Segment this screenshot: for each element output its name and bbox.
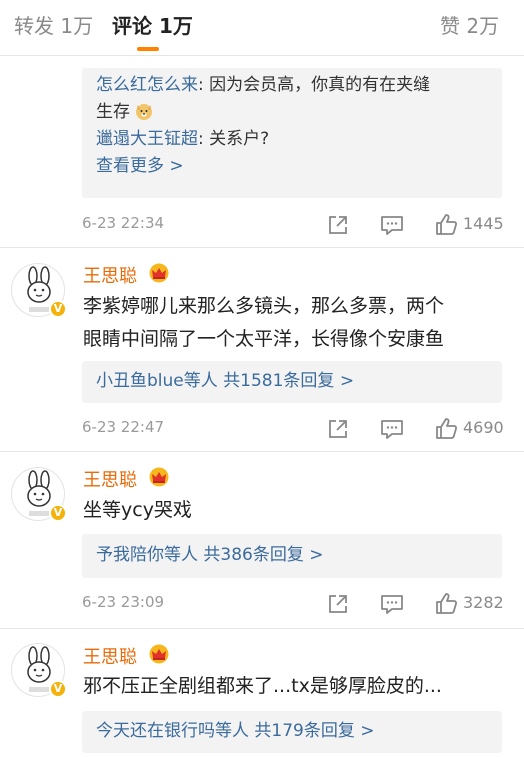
- reply-line: 邋遢大王钲超: 关系户?: [96, 126, 488, 153]
- replies-summary-box[interactable]: 小丑鱼blue等人 共1581条回复 >: [82, 361, 502, 403]
- avatar[interactable]: V: [11, 467, 67, 522]
- tab-comments[interactable]: 评论 1万: [112, 12, 193, 40]
- comment-timestamp: 6-23 22:47: [82, 418, 165, 436]
- comment-username[interactable]: 王思聪: [83, 262, 137, 288]
- comment-meta-row: 6-23 22:34 1445: [82, 210, 512, 240]
- comment-text-line: 坐等ycy哭戏: [83, 499, 192, 521]
- view-replies-link[interactable]: 小丑鱼blue等人 共1581条回复 >: [96, 368, 488, 395]
- tab-likes[interactable]: 赞 2万: [440, 12, 499, 40]
- verified-badge-icon: V: [49, 300, 67, 318]
- like-count: 1445: [463, 214, 504, 233]
- comment-meta-row: 6-23 23:09 3282: [82, 589, 512, 619]
- comment-text: 邪不压正全剧组都来了...tx是够厚脸皮的...: [83, 670, 503, 703]
- replies-summary-box[interactable]: 予我陪你等人 共386条回复 >: [82, 534, 502, 578]
- comment-timestamp: 6-23 23:09: [82, 593, 165, 611]
- reply-preview-box: 怎么红怎么来: 因为会员高，你真的有在夹缝 生存 邋遢大王钲超: 关系户? 查看…: [82, 68, 502, 198]
- comment-text-line: 眼睛中间隔了一个太平洋，长得像个安康鱼: [83, 328, 445, 350]
- reply-line: 生存: [96, 99, 488, 126]
- avatar[interactable]: V: [11, 263, 67, 318]
- crown-icon: [148, 467, 170, 487]
- view-replies-link[interactable]: 今天还在银行吗等人 共179条回复 >: [96, 718, 488, 745]
- reply-username[interactable]: 怎么红怎么来: [96, 75, 198, 95]
- tab-bar: 转发 1万 评论 1万 赞 2万: [0, 0, 524, 56]
- reply-text: 生存: [96, 102, 130, 122]
- like-count: 3282: [463, 593, 504, 612]
- share-icon[interactable]: [323, 414, 353, 444]
- tab-repost[interactable]: 转发 1万: [14, 12, 93, 40]
- crown-icon: [148, 644, 170, 664]
- replies-summary-box[interactable]: 今天还在银行吗等人 共179条回复 >: [82, 711, 502, 753]
- comment-icon[interactable]: [377, 589, 407, 619]
- comment-divider: [0, 451, 524, 452]
- comment-username[interactable]: 王思聪: [83, 466, 137, 492]
- reply-text: : 因为会员高，你真的有在夹缝: [198, 75, 431, 95]
- reply-line: 怎么红怎么来: 因为会员高，你真的有在夹缝: [96, 72, 488, 99]
- verified-badge-icon: V: [49, 680, 67, 698]
- comment-timestamp: 6-23 22:34: [82, 214, 165, 232]
- avatar[interactable]: V: [11, 643, 67, 698]
- like-icon[interactable]: [432, 210, 462, 240]
- comment-text: 坐等ycy哭戏: [83, 494, 503, 527]
- comment-username[interactable]: 王思聪: [83, 643, 137, 669]
- comment-divider: [0, 628, 524, 629]
- like-icon[interactable]: [432, 414, 462, 444]
- comment-divider: [0, 247, 524, 248]
- comment-text-line: 邪不压正全剧组都来了...tx是够厚脸皮的...: [83, 675, 442, 697]
- active-tab-indicator: [137, 47, 159, 51]
- like-icon[interactable]: [432, 589, 462, 619]
- comment-text: 李紫婷哪儿来那么多镜头，那么多票，两个 眼睛中间隔了一个太平洋，长得像个安康鱼: [83, 290, 503, 356]
- doge-emoji-icon: [135, 102, 153, 120]
- comment-text-line: 李紫婷哪儿来那么多镜头，那么多票，两个: [83, 295, 445, 317]
- comment-icon[interactable]: [377, 414, 407, 444]
- crown-icon: [148, 263, 170, 283]
- comment-meta-row: 6-23 22:47 4690: [82, 414, 512, 444]
- reply-text: : 关系户?: [198, 129, 270, 149]
- view-replies-link[interactable]: 予我陪你等人 共386条回复 >: [96, 542, 488, 569]
- reply-username[interactable]: 邋遢大王钲超: [96, 129, 198, 149]
- share-icon[interactable]: [323, 210, 353, 240]
- comment-icon[interactable]: [377, 210, 407, 240]
- view-more-link[interactable]: 查看更多 >: [96, 153, 488, 180]
- verified-badge-icon: V: [49, 504, 67, 522]
- like-count: 4690: [463, 418, 504, 437]
- share-icon[interactable]: [323, 589, 353, 619]
